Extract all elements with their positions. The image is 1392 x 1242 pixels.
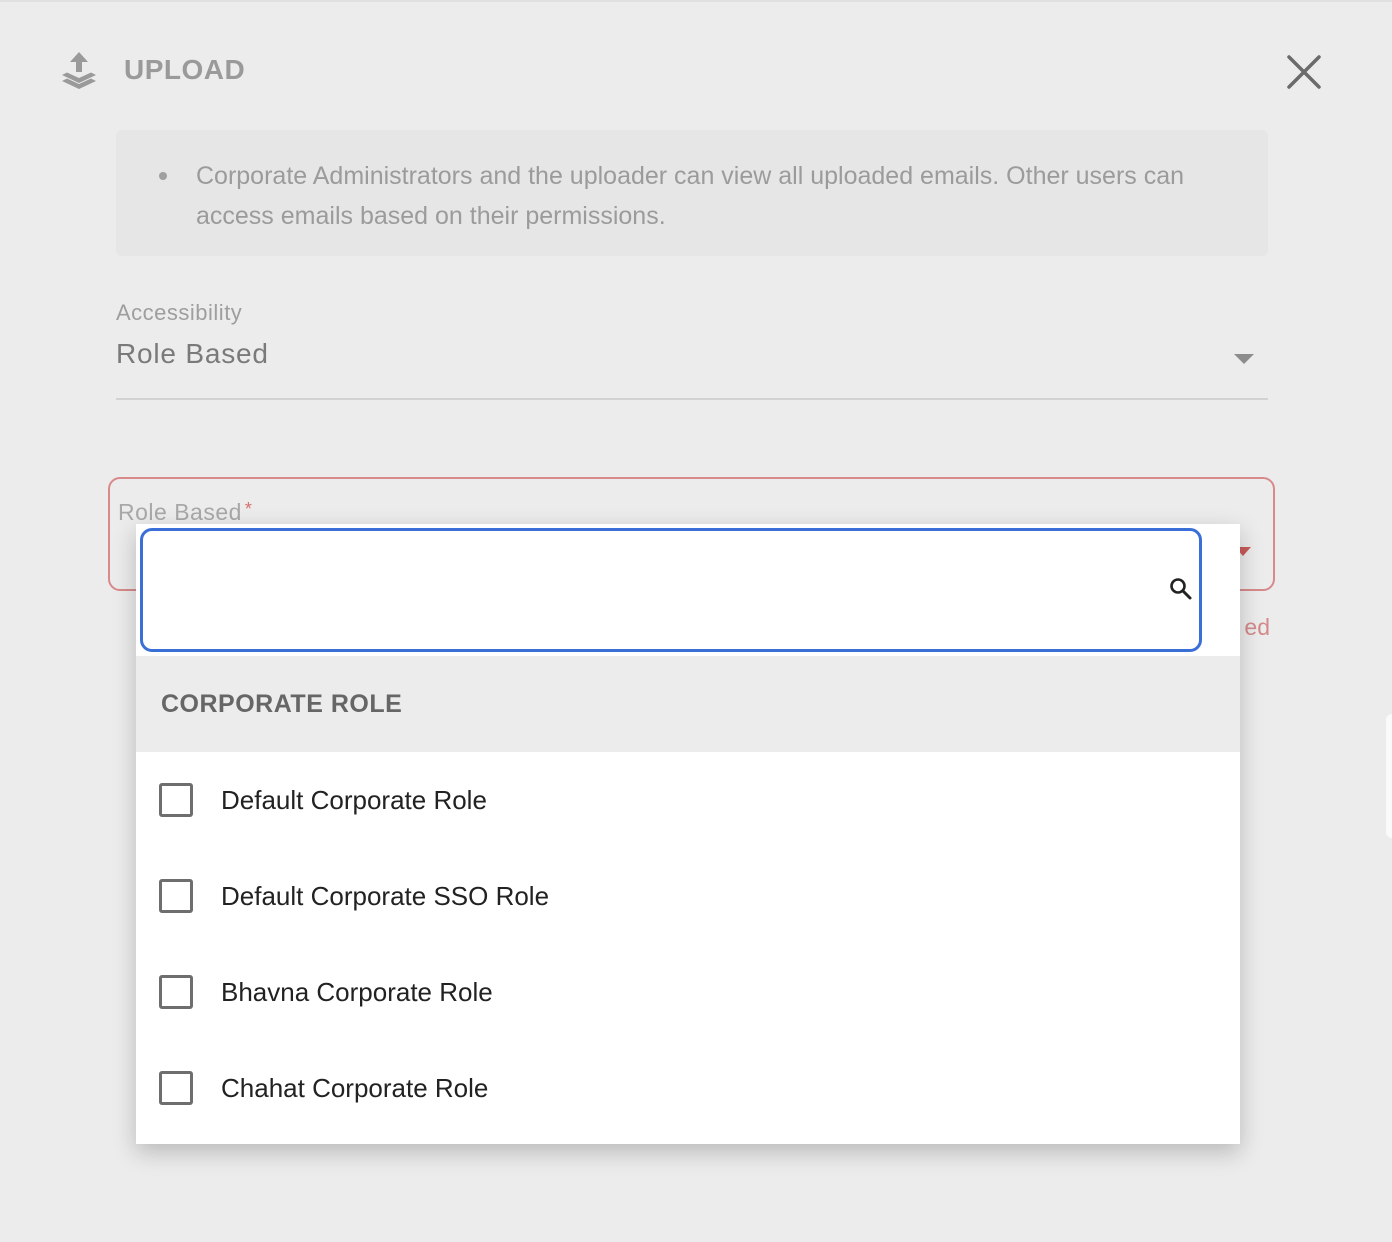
info-bullet: Corporate Administrators and the uploade… (159, 156, 1238, 236)
option-default-corporate-role[interactable]: Default Corporate Role (136, 752, 1240, 848)
upload-icon (58, 50, 100, 90)
dropdown-search (136, 524, 1240, 656)
checkbox[interactable] (159, 975, 193, 1009)
option-bhavna-corporate-role[interactable]: Bhavna Corporate Role (136, 944, 1240, 1040)
info-box: Corporate Administrators and the uploade… (116, 130, 1268, 256)
chevron-down-icon (1234, 354, 1254, 364)
upload-dialog: UPLOAD Corporate Administrators and the … (0, 0, 1392, 1242)
option-label: Default Corporate Role (221, 784, 487, 815)
accessibility-label: Accessibility (116, 300, 243, 325)
role-search-input[interactable] (140, 528, 1202, 652)
dialog-header: UPLOAD (58, 50, 245, 90)
role-dropdown: CORPORATE ROLE Default Corporate Role De… (136, 524, 1240, 1144)
search-icon[interactable] (1168, 576, 1194, 602)
role-based-label: Role Based * (118, 499, 253, 525)
dialog-title: UPLOAD (124, 54, 246, 85)
side-panel-handle[interactable] (1386, 714, 1392, 838)
option-label: Chahat Corporate Role (221, 1072, 489, 1103)
accessibility-select[interactable]: Accessibility Role Based (116, 300, 1268, 400)
checkbox[interactable] (159, 783, 193, 817)
option-label: Default Corporate SSO Role (221, 880, 550, 911)
group-header-corporate-role: CORPORATE ROLE (136, 656, 1240, 752)
accessibility-value: Role Based (116, 338, 269, 369)
required-marker: * (244, 499, 253, 519)
checkbox[interactable] (159, 879, 193, 913)
close-button[interactable] (1284, 52, 1324, 92)
option-default-corporate-sso-role[interactable]: Default Corporate SSO Role (136, 848, 1240, 944)
option-label: Bhavna Corporate Role (221, 976, 493, 1007)
checkbox[interactable] (159, 1071, 193, 1105)
close-icon (1287, 55, 1321, 89)
option-chahat-corporate-role[interactable]: Chahat Corporate Role (136, 1040, 1240, 1136)
